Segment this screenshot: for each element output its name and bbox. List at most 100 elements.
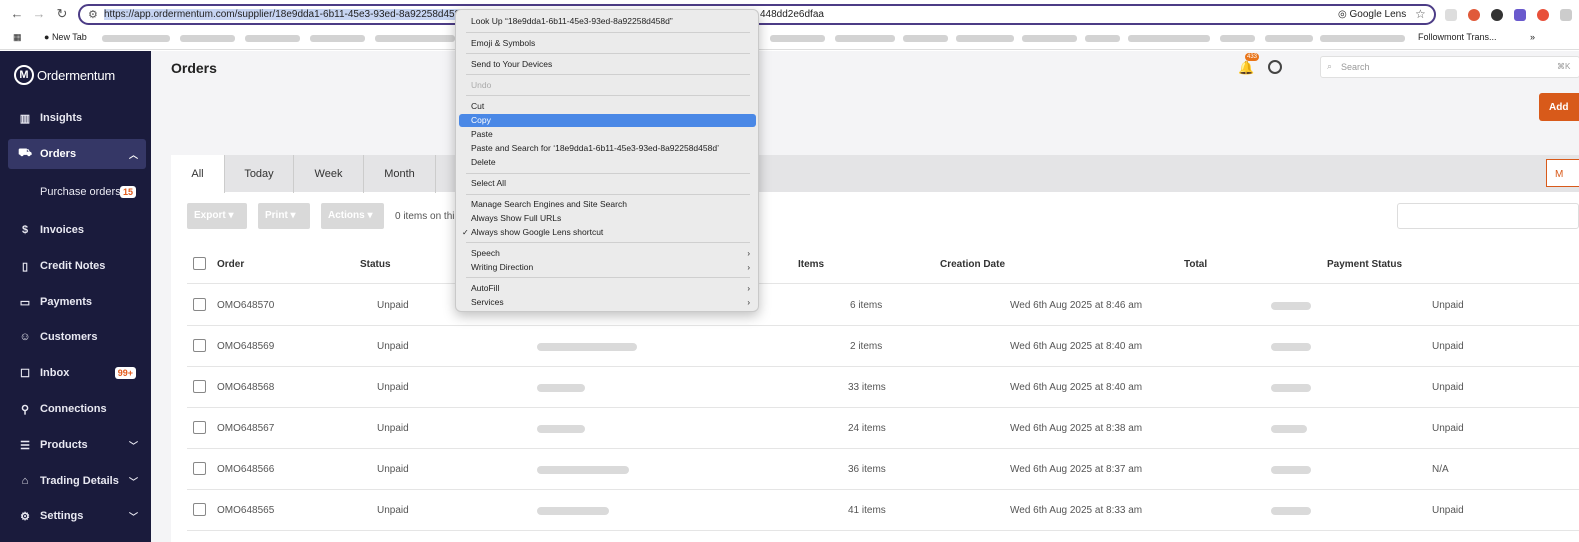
bookmark-item[interactable] — [1128, 35, 1210, 42]
reload-icon[interactable]: ↻ — [53, 6, 71, 22]
bookmark-star-icon[interactable]: ☆ — [1415, 7, 1426, 21]
bookmark-new-tab[interactable]: ● New Tab — [44, 32, 87, 42]
logo[interactable]: M Ordermentum — [14, 65, 115, 85]
bookmark-item[interactable] — [956, 35, 1014, 42]
bookmark-item[interactable] — [770, 35, 825, 42]
menu-item-lens-shortcut[interactable]: ✓ Always show Google Lens shortcut — [459, 226, 756, 239]
bookmark-item[interactable] — [835, 35, 895, 42]
bookmark-item[interactable] — [310, 35, 365, 42]
column-header-creation-date[interactable]: Creation Date — [940, 259, 1005, 270]
apps-grid-icon[interactable]: ▦ — [13, 32, 22, 43]
bookmark-item[interactable] — [1022, 35, 1077, 42]
order-number[interactable]: OMO648566 — [217, 464, 274, 475]
more-bookmarks-button[interactable]: » — [1530, 32, 1535, 42]
customer-name — [537, 507, 609, 515]
order-number[interactable]: OMO648565 — [217, 505, 274, 516]
menu-item-show-full-urls[interactable]: Always Show Full URLs — [459, 212, 756, 225]
row-checkbox[interactable] — [193, 503, 206, 516]
menu-item-paste[interactable]: Paste — [459, 128, 756, 141]
extension-icon[interactable] — [1445, 9, 1457, 21]
help-icon[interactable] — [1268, 60, 1282, 74]
order-total — [1271, 507, 1311, 515]
menu-item-speech[interactable]: Speech › — [459, 247, 756, 260]
extension-icon[interactable] — [1468, 9, 1480, 21]
url-text[interactable]: https://app.ordermentum.com/supplier/18e… — [104, 9, 461, 20]
tab-week[interactable]: Week — [294, 155, 364, 193]
menu-item-select-all[interactable]: Select All — [459, 177, 756, 190]
bookmark-item[interactable] — [1085, 35, 1120, 42]
filter-input[interactable] — [1397, 203, 1579, 229]
bookmark-item[interactable] — [1320, 35, 1405, 42]
bookmark-item[interactable] — [1265, 35, 1313, 42]
tab-all[interactable]: All — [171, 155, 225, 193]
select-all-checkbox[interactable] — [193, 257, 206, 270]
order-number[interactable]: OMO648568 — [217, 382, 274, 393]
row-checkbox[interactable] — [193, 380, 206, 393]
menu-item-delete[interactable]: Delete — [459, 156, 756, 169]
row-checkbox[interactable] — [193, 421, 206, 434]
sidebar-item-insights[interactable]: ▥ Insights — [8, 103, 146, 133]
site-info-icon[interactable]: ⚙ — [88, 8, 98, 21]
google-lens-button[interactable]: ◎ Google Lens — [1338, 9, 1406, 20]
sidebar-item-customers[interactable]: ☺ Customers — [8, 322, 146, 352]
menu-item-cut[interactable]: Cut — [459, 100, 756, 113]
sidebar-item-purchase-orders[interactable]: Purchase orders 15 — [8, 177, 146, 207]
menu-item-send-to-devices[interactable]: Send to Your Devices — [459, 58, 756, 71]
payment-status: Unpaid — [1432, 423, 1464, 434]
menu-item-look-up[interactable]: Look Up “18e9dda1-6b11-45e3-93ed-8a92258… — [459, 15, 756, 28]
column-header-status[interactable]: Status — [360, 259, 391, 270]
extension-icon[interactable] — [1537, 9, 1549, 21]
order-number[interactable]: OMO648570 — [217, 300, 274, 311]
tab-month[interactable]: Month — [364, 155, 436, 193]
sidebar-item-settings[interactable]: ⚙ Settings ﹀ — [8, 501, 146, 531]
sidebar-item-credit-notes[interactable]: ▯ Credit Notes — [8, 251, 146, 281]
sidebar-item-orders[interactable]: ⛟ Orders ︿ — [8, 139, 146, 169]
row-checkbox[interactable] — [193, 462, 206, 475]
items-selected-text: 0 items on thi — [395, 211, 455, 222]
menu-item-emoji[interactable]: Emoji & Symbols — [459, 37, 756, 50]
menu-item-paste-and-search[interactable]: Paste and Search for ‘18e9dda1-6b11-45e3… — [459, 142, 756, 155]
bookmark-item[interactable] — [245, 35, 300, 42]
add-button[interactable]: Add — [1539, 93, 1579, 121]
bookmark-item[interactable] — [180, 35, 235, 42]
order-number[interactable]: OMO648567 — [217, 423, 274, 434]
sidebar-item-connections[interactable]: ⚲ Connections — [8, 394, 146, 424]
bell-icon[interactable]: 🔔 — [1238, 60, 1254, 76]
tab-today[interactable]: Today — [225, 155, 294, 193]
search-input[interactable]: ⌕ Search ⌘K — [1320, 56, 1579, 78]
bookmark-item[interactable] — [375, 35, 455, 42]
menu-item-services[interactable]: Services › — [459, 296, 756, 309]
sidebar-item-payments[interactable]: ▭ Payments — [8, 287, 146, 317]
menu-item-copy[interactable]: Copy — [459, 114, 756, 127]
menu-item-manage-search-engines[interactable]: Manage Search Engines and Site Search — [459, 198, 756, 211]
back-icon[interactable]: ← — [8, 6, 26, 21]
extension-icon[interactable] — [1514, 9, 1526, 21]
tab-right-button[interactable]: M — [1546, 159, 1579, 187]
sidebar-item-inbox[interactable]: ☐ Inbox 99+ — [8, 358, 146, 388]
sidebar-item-invoices[interactable]: $ Invoices — [8, 215, 146, 245]
actions-button[interactable]: Actions ▾ — [321, 203, 384, 229]
sidebar-item-trading-details[interactable]: ⌂ Trading Details ﹀ — [8, 466, 146, 496]
menu-item-writing-direction[interactable]: Writing Direction › — [459, 261, 756, 274]
column-header-items[interactable]: Items — [798, 259, 824, 270]
sidebar-item-products[interactable]: ☰ Products ﹀ — [8, 430, 146, 460]
extension-icon[interactable] — [1491, 9, 1503, 21]
extension-icon[interactable] — [1560, 9, 1572, 21]
bookmark-item[interactable] — [1220, 35, 1255, 42]
row-checkbox[interactable] — [193, 339, 206, 352]
column-header-order[interactable]: Order — [217, 259, 244, 270]
bookmark-item[interactable] — [903, 35, 948, 42]
forward-icon[interactable]: → — [30, 6, 48, 21]
export-button[interactable]: Export ▾ — [187, 203, 247, 229]
bookmarks-bar: ▦ ● New Tab Followmont Trans... » — [0, 29, 1579, 49]
menu-separator — [466, 277, 750, 278]
column-header-total[interactable]: Total — [1184, 259, 1207, 270]
order-number[interactable]: OMO648569 — [217, 341, 274, 352]
tag-icon: ⌂ — [21, 475, 29, 487]
row-checkbox[interactable] — [193, 298, 206, 311]
bookmark-followmont[interactable]: Followmont Trans... — [1418, 32, 1497, 42]
column-header-payment-status[interactable]: Payment Status — [1327, 259, 1402, 270]
print-button[interactable]: Print ▾ — [258, 203, 310, 229]
menu-item-autofill[interactable]: AutoFill › — [459, 282, 756, 295]
bookmark-item[interactable] — [102, 35, 170, 42]
